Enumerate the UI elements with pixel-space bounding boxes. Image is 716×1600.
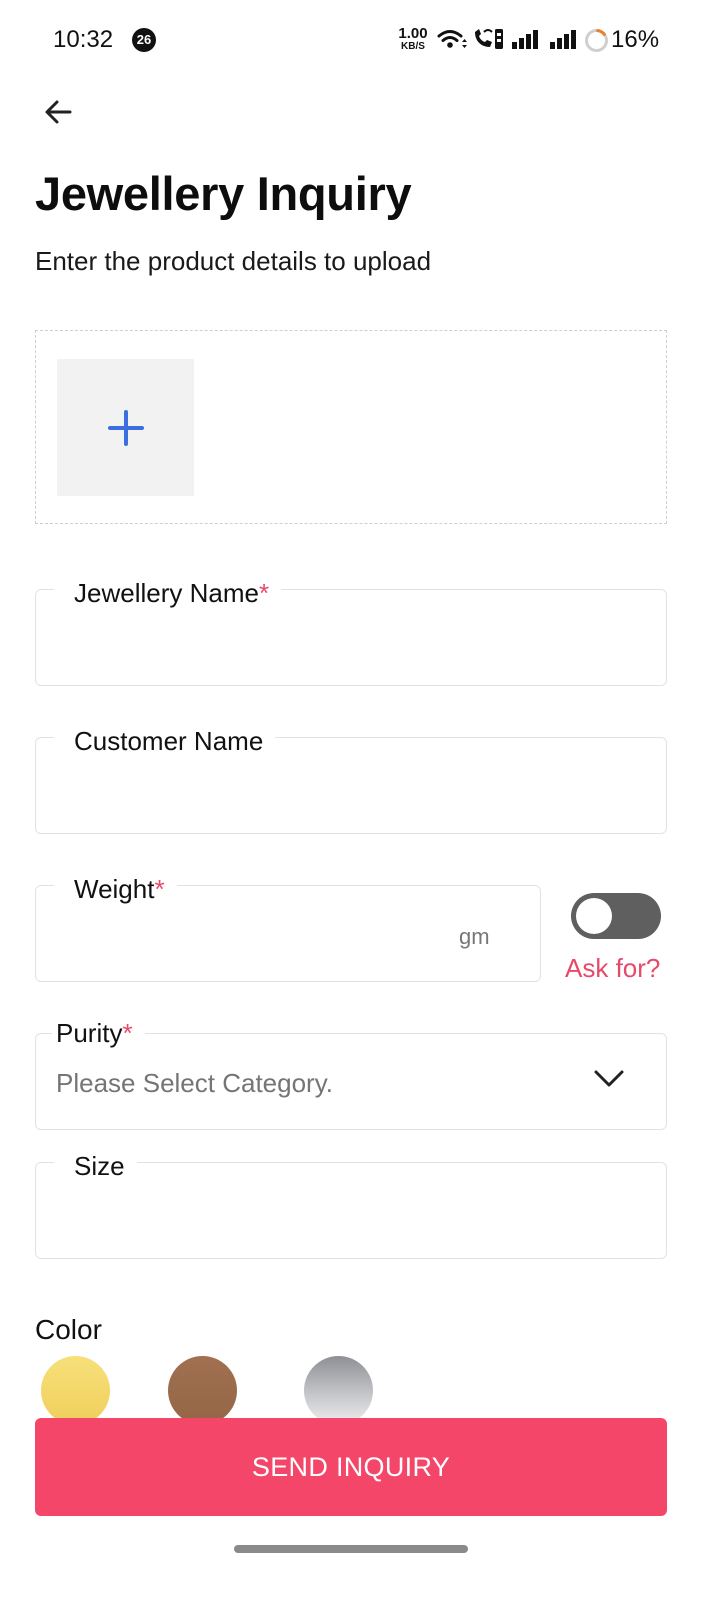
home-indicator[interactable] [234, 1545, 468, 1553]
required-mark: * [122, 1018, 133, 1048]
weight-label-text: Weight [74, 874, 155, 904]
add-image-button[interactable] [57, 359, 194, 496]
plus-icon [107, 409, 144, 446]
arrow-left-icon [45, 100, 72, 124]
status-bar: 10:32 26 1.00 KB/S 16% [0, 0, 716, 80]
jewellery-name-label-text: Jewellery Name [74, 578, 259, 608]
color-swatch-silver[interactable] [304, 1356, 373, 1425]
weight-label: Weight* [54, 873, 177, 905]
purity-label: Purity* [52, 1017, 145, 1049]
jewellery-name-label: Jewellery Name* [54, 577, 282, 609]
status-time: 10:32 [53, 26, 114, 53]
page-subtitle: Enter the product details to upload [35, 246, 432, 276]
network-speed-unit: KB/S [401, 41, 425, 52]
network-speed-value: 1.00 [398, 25, 428, 42]
ask-for-weight-toggle[interactable] [571, 893, 661, 939]
signal-icon [512, 30, 538, 49]
battery-ring-icon [585, 29, 608, 52]
wifi-icon [437, 30, 467, 48]
ask-for-label: Ask for? [565, 953, 661, 983]
weight-unit: gm [459, 924, 490, 949]
signal-icon [550, 30, 576, 49]
purity-placeholder: Please Select Category. [56, 1068, 333, 1098]
color-swatch-rose[interactable] [168, 1356, 237, 1425]
required-mark: * [258, 578, 270, 608]
customer-name-label: Customer Name [54, 725, 276, 757]
page-title: Jewellery Inquiry [35, 167, 412, 220]
back-button[interactable] [36, 90, 80, 134]
color-section-title: Color [35, 1314, 102, 1345]
purity-label-text: Purity [56, 1018, 123, 1048]
required-mark: * [154, 874, 165, 904]
send-inquiry-button[interactable]: SEND INQUIRY [35, 1418, 667, 1516]
image-upload-area [35, 330, 667, 524]
battery-percent: 16% [611, 26, 660, 53]
network-speed: 1.00 KB/S [396, 26, 430, 52]
size-label: Size [54, 1150, 137, 1182]
chevron-down-icon[interactable] [594, 1070, 624, 1088]
toggle-knob [576, 898, 612, 934]
volte-call-icon [475, 29, 503, 49]
notification-count-badge: 26 [132, 28, 156, 52]
color-swatch-gold[interactable] [41, 1356, 110, 1425]
